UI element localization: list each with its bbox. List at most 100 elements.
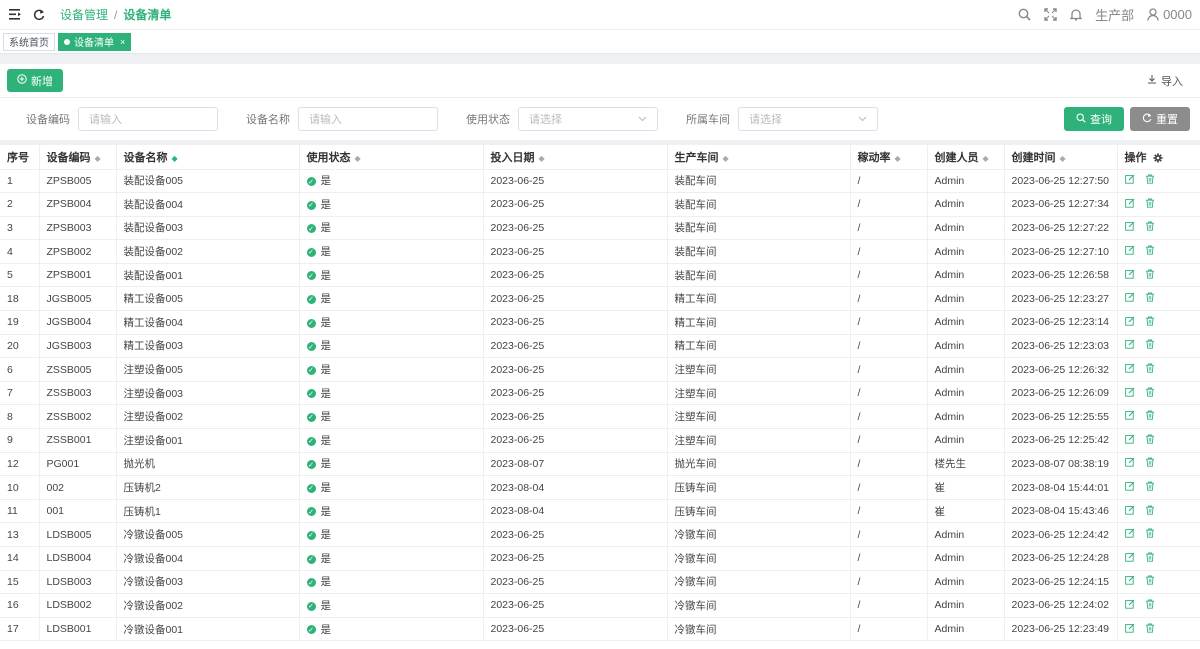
tab-home[interactable]: 系统首页: [3, 32, 55, 51]
edit-icon[interactable]: [1124, 198, 1135, 208]
delete-icon[interactable]: [1145, 410, 1155, 420]
delete-icon[interactable]: [1145, 552, 1155, 562]
delete-icon[interactable]: [1145, 221, 1155, 232]
search-icon[interactable]: [1017, 8, 1031, 22]
sort-icon[interactable]: ◆: [172, 154, 178, 163]
edit-icon[interactable]: [1124, 575, 1135, 586]
delete-icon[interactable]: [1145, 292, 1155, 302]
import-button[interactable]: 导入: [1147, 73, 1183, 89]
search-icon: [1076, 112, 1086, 126]
delete-icon[interactable]: [1145, 245, 1155, 255]
edit-icon[interactable]: [1124, 599, 1135, 609]
sort-icon[interactable]: ◆: [1060, 154, 1066, 163]
delete-icon[interactable]: [1145, 339, 1155, 350]
delete-icon[interactable]: [1145, 599, 1155, 609]
column-header[interactable]: 使用状态 ◆: [299, 145, 484, 170]
sort-icon[interactable]: ◆: [539, 154, 545, 163]
sort-icon[interactable]: ◆: [723, 154, 729, 163]
column-header[interactable]: 生产车间 ◆: [667, 145, 851, 170]
cell-created-time-text: 2023-06-25 12:25:55: [1011, 410, 1110, 423]
close-icon[interactable]: ×: [120, 37, 125, 47]
tab-equipment-list[interactable]: 设备清单 ×: [58, 32, 132, 51]
delete-icon[interactable]: [1145, 387, 1155, 397]
delete-icon[interactable]: [1145, 575, 1155, 586]
column-header[interactable]: 创建时间 ◆: [1004, 145, 1118, 170]
status-select[interactable]: 请选择: [518, 107, 658, 131]
edit-icon[interactable]: [1124, 528, 1135, 538]
cell-status: ✓ 是: [299, 286, 484, 312]
edit-icon[interactable]: [1124, 245, 1135, 255]
cell-utilization: /: [850, 428, 928, 453]
edit-icon[interactable]: [1124, 387, 1135, 397]
refresh-icon[interactable]: [32, 8, 46, 22]
edit-icon[interactable]: [1124, 221, 1135, 232]
delete-icon[interactable]: [1145, 434, 1155, 444]
edit-icon[interactable]: [1124, 623, 1135, 633]
edit-icon[interactable]: [1124, 363, 1135, 373]
delete-icon[interactable]: [1145, 528, 1155, 538]
chevron-down-icon: [858, 113, 867, 125]
fullscreen-icon[interactable]: [1043, 8, 1057, 22]
cell-workshop-text: 装配车间: [674, 198, 717, 211]
cell-code: 002: [39, 475, 117, 500]
edit-icon[interactable]: [1124, 316, 1135, 326]
gear-icon[interactable]: [1153, 153, 1163, 163]
cell-index: 15: [0, 570, 40, 595]
delete-icon[interactable]: [1145, 363, 1155, 373]
cell-utilization: /: [850, 499, 928, 524]
edit-icon[interactable]: [1124, 457, 1135, 468]
edit-icon[interactable]: [1124, 434, 1135, 444]
cell-index-text: 1: [7, 174, 13, 187]
cell-workshop-text: 冷镦车间: [674, 576, 717, 589]
bell-icon[interactable]: [1069, 8, 1083, 22]
delete-icon[interactable]: [1145, 623, 1155, 633]
delete-icon[interactable]: [1145, 269, 1155, 279]
column-header[interactable]: 稼动率 ◆: [850, 145, 928, 170]
edit-icon[interactable]: [1124, 269, 1135, 279]
workshop-select[interactable]: 请选择: [738, 107, 878, 131]
column-header[interactable]: 投入日期 ◆: [483, 145, 668, 170]
edit-icon[interactable]: [1124, 339, 1135, 350]
edit-icon[interactable]: [1124, 410, 1135, 420]
cell-name-text: 压铸机2: [123, 482, 161, 495]
org-name[interactable]: 生产部: [1095, 5, 1134, 24]
add-button[interactable]: 新增: [7, 69, 63, 92]
column-header[interactable]: 设备名称 ◆: [116, 145, 300, 170]
reset-button[interactable]: 重置: [1130, 107, 1190, 131]
cell-created-time-text: 2023-06-25 12:23:14: [1011, 316, 1110, 329]
sort-icon[interactable]: ◆: [983, 154, 989, 163]
column-header[interactable]: 创建人员 ◆: [927, 145, 1005, 170]
cell-creator-text: Admin: [934, 552, 965, 565]
edit-icon[interactable]: [1124, 552, 1135, 562]
query-button[interactable]: 查询: [1064, 107, 1124, 131]
column-header[interactable]: 设备编码 ◆: [39, 145, 117, 170]
menu-toggle-icon[interactable]: [8, 8, 22, 22]
sort-icon[interactable]: ◆: [355, 154, 361, 163]
equipment-code-input[interactable]: 请输入: [78, 107, 218, 131]
cell-creator: Admin: [927, 357, 1005, 382]
check-circle-icon: ✓: [306, 389, 316, 399]
delete-icon[interactable]: [1145, 316, 1155, 326]
cell-utilization-text: /: [857, 434, 861, 447]
cell-date: 2023-06-25: [483, 334, 668, 359]
delete-icon[interactable]: [1145, 174, 1155, 184]
breadcrumb-parent[interactable]: 设备管理: [60, 6, 108, 23]
delete-icon[interactable]: [1145, 198, 1155, 208]
cell-status-text: 是: [320, 529, 332, 542]
sort-icon[interactable]: ◆: [895, 154, 901, 163]
delete-icon[interactable]: [1145, 457, 1155, 468]
edit-icon[interactable]: [1124, 481, 1135, 491]
cell-actions: [1117, 216, 1200, 241]
cell-actions: [1117, 286, 1200, 312]
edit-icon[interactable]: [1124, 174, 1135, 184]
edit-icon[interactable]: [1124, 505, 1135, 515]
table-row: 16 LDSB002 冷镦设备002 ✓ 是 2023-06-25 冷镦车间 / Admin 20…: [0, 593, 1200, 618]
cell-name-text: 冷镦设备001: [123, 623, 184, 636]
cell-creator-text: Admin: [934, 316, 965, 329]
user-menu[interactable]: 0000: [1146, 7, 1192, 22]
edit-icon[interactable]: [1124, 292, 1135, 302]
equipment-name-input[interactable]: 请输入: [298, 107, 438, 131]
sort-icon[interactable]: ◆: [95, 154, 101, 163]
delete-icon[interactable]: [1145, 505, 1155, 515]
delete-icon[interactable]: [1145, 481, 1155, 491]
